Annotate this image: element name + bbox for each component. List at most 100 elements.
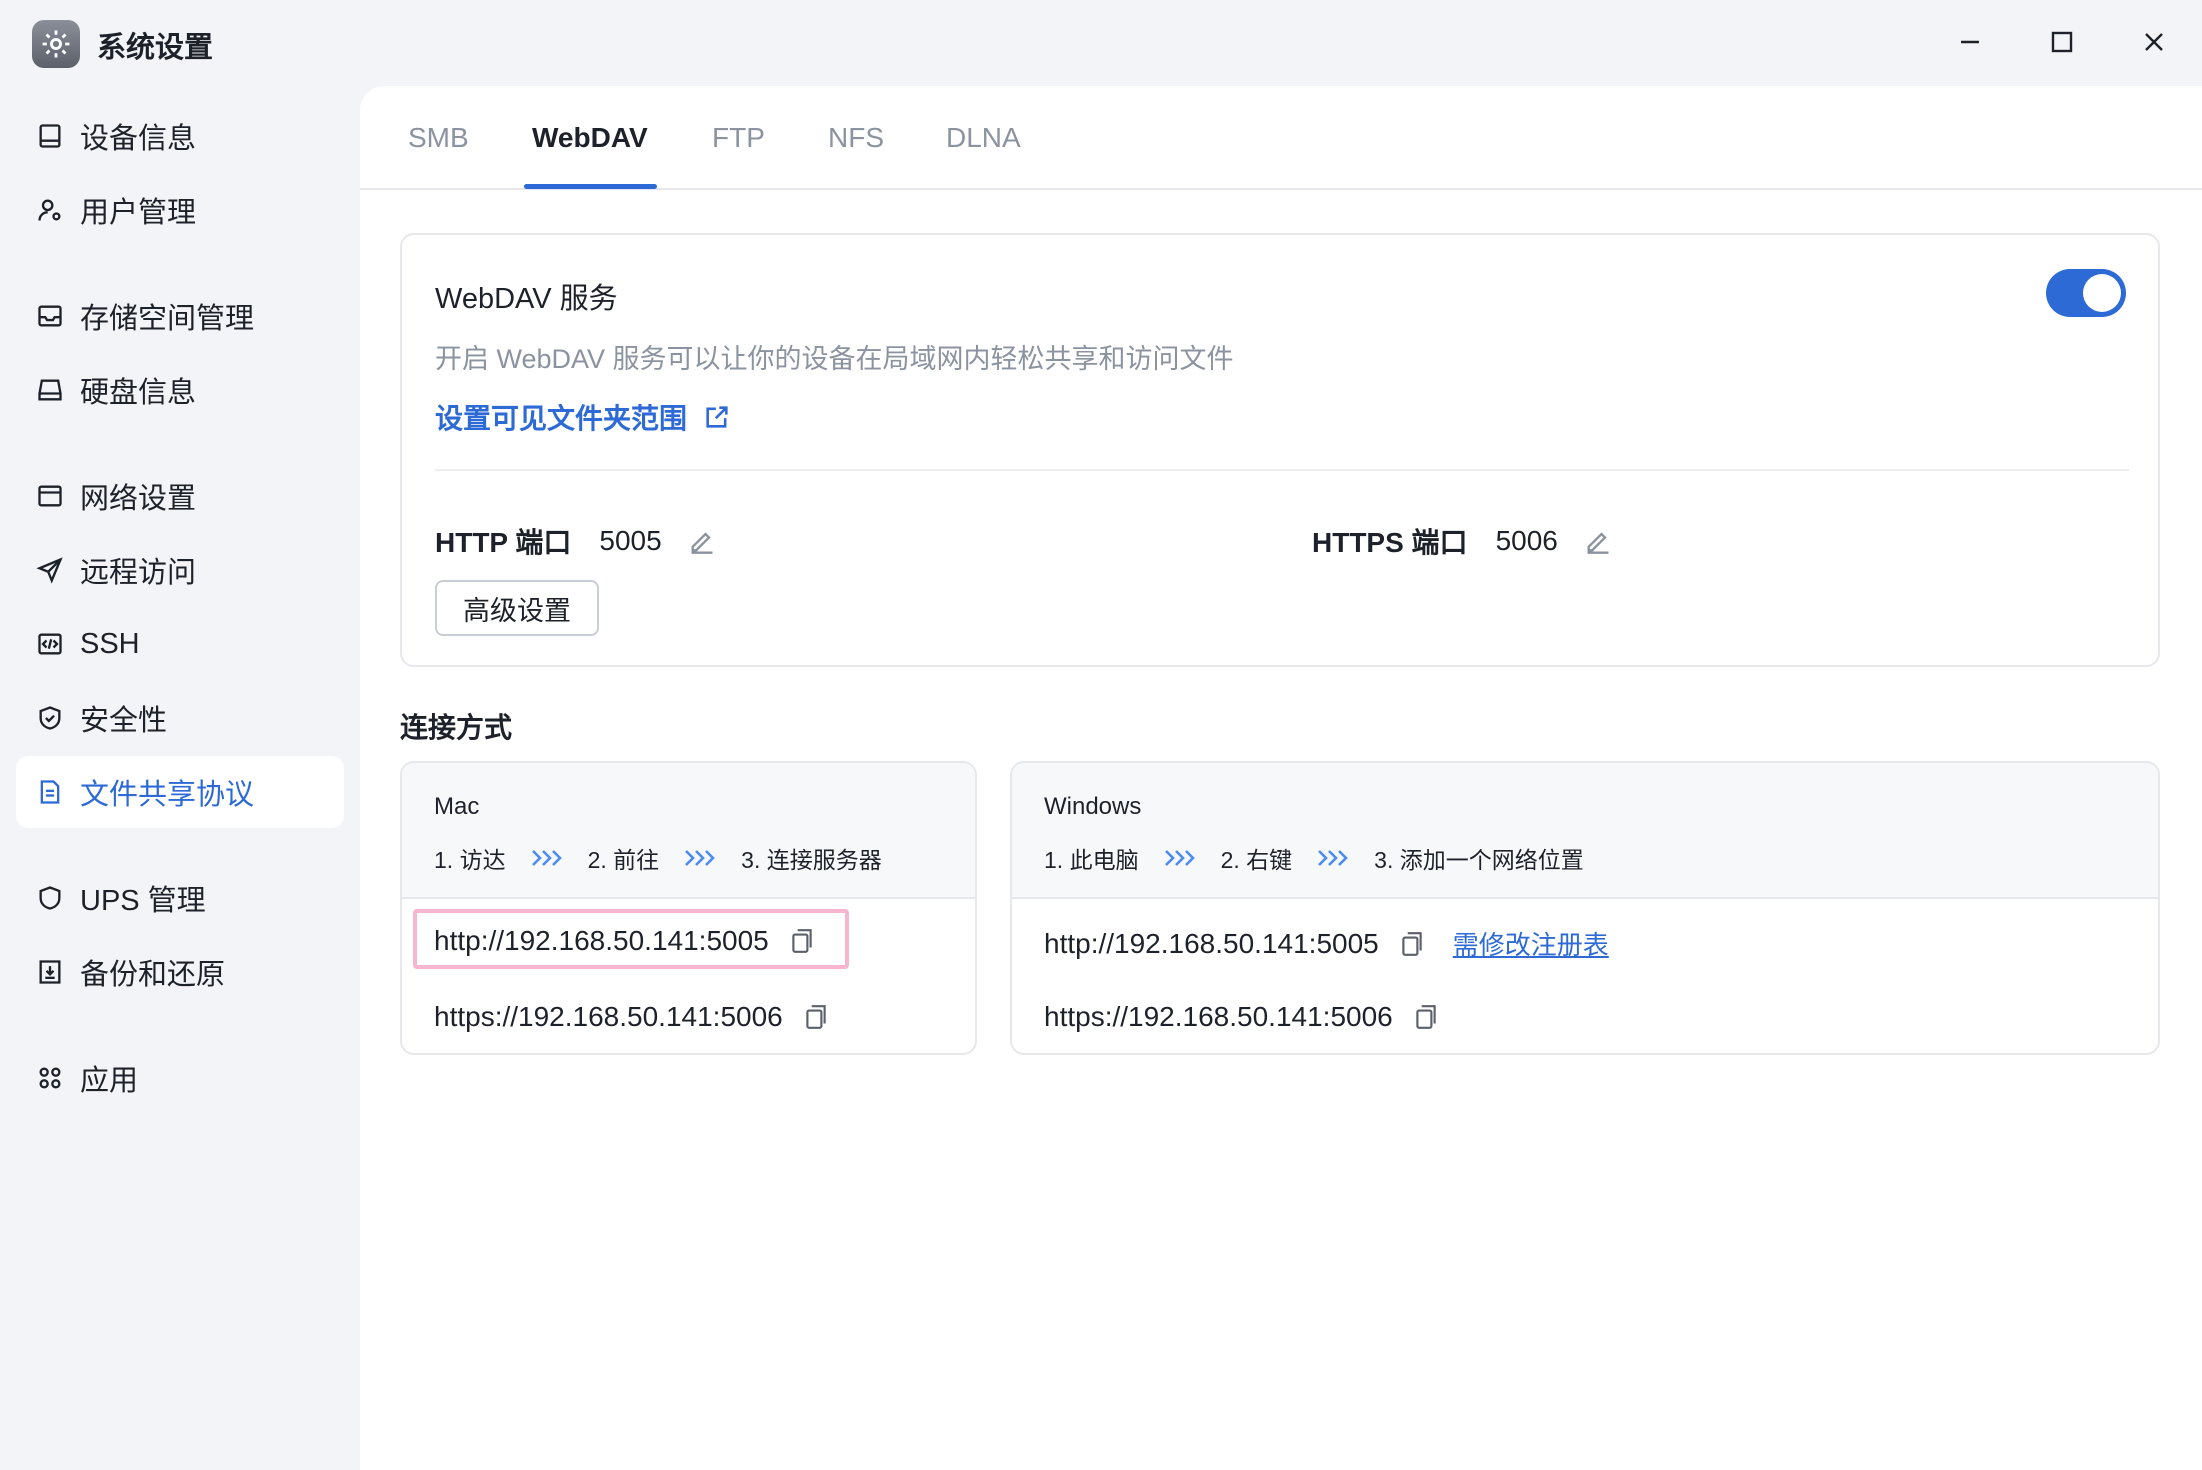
minimize-button[interactable] [1946,20,1994,64]
network-icon [34,480,66,512]
http-port-label: HTTP 端口 [435,527,572,558]
sidebar-item-label: 用户管理 [80,197,197,229]
webdav-service-card: WebDAV 服务 开启 WebDAV 服务可以让你的设备在局域网内轻松共享和访… [400,233,2160,667]
step: 2. 右键 [1220,847,1293,873]
window-title: 系统设置 [97,32,214,64]
mac-steps: 1. 访达 2. 前往 3. 连接服务器 [434,841,882,875]
mac-connection-card: Mac 1. 访达 2. 前往 3. 连接服务器 http://192.168.… [400,761,977,1055]
tab-nfs[interactable]: NFS [828,122,884,154]
active-tab-indicator [524,184,657,189]
sidebar: 设备信息 用户管理 存储空间管理 硬盘信息 网络设置 远程访问 SSH 安全性 … [0,84,360,1470]
shield-icon [34,882,66,914]
windows-steps: 1. 此电脑 2. 右键 3. 添加一个网络位置 [1044,841,1584,875]
http-url: http://192.168.50.141:5005 [1044,927,1379,959]
sidebar-item-label: 设备信息 [80,123,197,155]
sidebar-item-label: 备份和还原 [80,959,226,991]
os-name: Windows [1044,793,1142,820]
windows-http-url-row: http://192.168.50.141:5005 需修改注册表 [1044,925,1609,962]
sidebar-item-user-management[interactable]: 用户管理 [16,174,344,246]
step: 3. 添加一个网络位置 [1374,847,1584,873]
sidebar-item-label: 安全性 [80,705,168,737]
sidebar-item-disk-info[interactable]: 硬盘信息 [16,354,344,426]
connection-section-title: 连接方式 [400,712,513,743]
close-button[interactable] [2130,20,2178,64]
https-url: https://192.168.50.141:5006 [434,1001,783,1032]
maximize-button[interactable] [2038,20,2086,64]
http-port: HTTP 端口 5005 [435,521,716,561]
step: 2. 前往 [587,847,660,873]
mac-card-header: Mac 1. 访达 2. 前往 3. 连接服务器 [402,763,975,899]
sidebar-item-network[interactable]: 网络设置 [16,460,344,532]
windows-connection-card: Windows 1. 此电脑 2. 右键 3. 添加一个网络位置 http://… [1010,761,2160,1055]
sidebar-item-label: 远程访问 [80,557,197,589]
tab-smb[interactable]: SMB [408,122,469,154]
https-port-value: 5006 [1495,525,1558,556]
code-icon [34,628,66,660]
copy-icon[interactable] [789,927,815,955]
sidebar-item-label: 硬盘信息 [80,377,197,409]
inbox-icon [34,300,66,332]
sidebar-item-ups[interactable]: UPS 管理 [16,862,344,934]
settings-gear-icon [32,20,80,68]
copy-icon[interactable] [803,1003,829,1031]
sidebar-item-label: UPS 管理 [80,885,206,917]
mac-https-url-row: https://192.168.50.141:5006 [434,1001,829,1033]
service-description: 开启 WebDAV 服务可以让你的设备在局域网内轻松共享和访问文件 [435,344,1234,374]
service-title: WebDAV 服务 [435,283,618,315]
card-divider [435,469,2129,471]
sidebar-item-backup[interactable]: 备份和还原 [16,936,344,1008]
folder-scope-link-label: 设置可见文件夹范围 [435,403,688,434]
sidebar-item-device-info[interactable]: 设备信息 [16,100,344,172]
tab-ftp[interactable]: FTP [712,122,765,154]
step: 3. 连接服务器 [741,847,882,873]
device-icon [34,120,66,152]
disk-icon [34,374,66,406]
external-link-icon [703,403,731,431]
step: 1. 访达 [434,847,506,873]
sidebar-item-label: 存储空间管理 [80,303,255,335]
http-url: http://192.168.50.141:5005 [434,925,769,956]
triple-chevron-icon [530,848,564,868]
minimize-icon [1961,40,1979,44]
folder-scope-link[interactable]: 设置可见文件夹范围 [435,397,731,437]
backup-icon [34,956,66,988]
close-icon [2145,33,2163,51]
title-bar: 系统设置 [0,0,2202,84]
sidebar-item-label: SSH [80,627,140,660]
apps-icon [34,1062,66,1094]
sidebar-item-label: 网络设置 [80,483,197,515]
step: 1. 此电脑 [1044,847,1139,873]
https-port-label: HTTPS 端口 [1312,527,1468,558]
sidebar-item-remote-access[interactable]: 远程访问 [16,534,344,606]
registry-link[interactable]: 需修改注册表 [1453,925,1609,962]
mac-http-url-row: http://192.168.50.141:5005 [434,925,815,957]
sidebar-item-file-sharing[interactable]: 文件共享协议 [16,756,344,828]
edit-pencil-icon[interactable] [1584,527,1612,555]
toggle-knob [2083,274,2121,312]
triple-chevron-icon [1163,848,1197,868]
https-port: HTTPS 端口 5006 [1312,521,1612,561]
maximize-icon [2051,31,2073,53]
advanced-settings-button[interactable]: 高级设置 [435,580,599,636]
triple-chevron-icon [1316,848,1350,868]
service-toggle[interactable] [2046,269,2126,317]
triple-chevron-icon [683,848,717,868]
sidebar-item-label: 文件共享协议 [80,779,255,811]
protocol-tabs: SMB WebDAV FTP NFS DLNA [360,86,2202,190]
windows-https-url-row: https://192.168.50.141:5006 [1044,1001,1439,1033]
sidebar-item-label: 应用 [80,1065,139,1097]
sidebar-item-security[interactable]: 安全性 [16,682,344,754]
sidebar-item-apps[interactable]: 应用 [16,1042,344,1114]
user-gear-icon [34,194,66,226]
main-panel: SMB WebDAV FTP NFS DLNA WebDAV 服务 开启 Web… [360,86,2202,1470]
copy-icon[interactable] [1399,930,1425,958]
shield-check-icon [34,702,66,734]
tab-dlna[interactable]: DLNA [946,122,1021,154]
os-name: Mac [434,793,480,820]
edit-pencil-icon[interactable] [688,527,716,555]
send-icon [34,554,66,586]
tab-webdav[interactable]: WebDAV [532,122,648,154]
sidebar-item-ssh[interactable]: SSH [16,608,344,680]
sidebar-item-storage[interactable]: 存储空间管理 [16,280,344,352]
copy-icon[interactable] [1413,1003,1439,1031]
